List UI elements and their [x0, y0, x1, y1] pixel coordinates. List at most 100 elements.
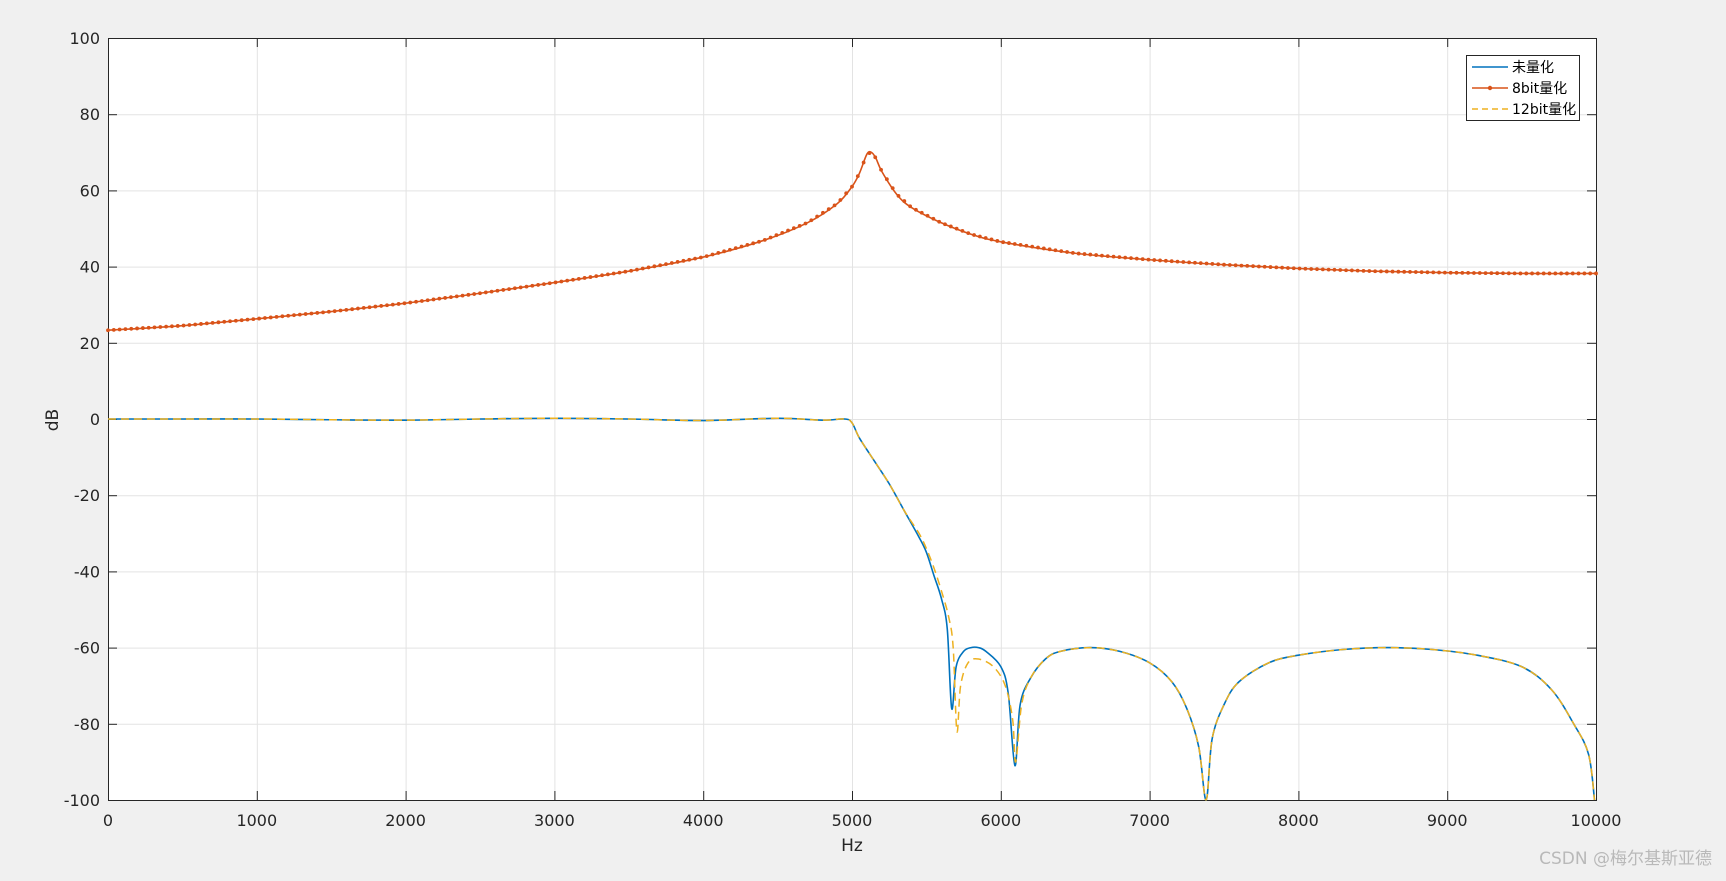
- data-point-marker: [1152, 258, 1157, 262]
- data-point-marker: [1309, 267, 1314, 271]
- data-point-marker: [1297, 266, 1302, 271]
- data-point-marker: [925, 213, 930, 218]
- data-point-marker: [1472, 271, 1476, 275]
- data-point-marker: [431, 297, 436, 302]
- data-point-marker: [449, 295, 453, 300]
- data-point-marker: [1129, 256, 1133, 261]
- x-tick-label: 2000: [385, 811, 426, 830]
- data-point-marker: [1286, 266, 1290, 270]
- data-point-marker: [338, 308, 343, 313]
- data-point-marker: [1105, 254, 1110, 258]
- data-point-marker: [1210, 262, 1215, 266]
- data-point-marker: [1291, 266, 1296, 271]
- data-point-marker: [867, 151, 872, 156]
- data-point-marker: [164, 324, 169, 329]
- x-tick-label: 8000: [1278, 811, 1319, 830]
- data-point-marker: [1268, 265, 1273, 269]
- data-point-marker: [1117, 255, 1122, 260]
- data-point-marker: [623, 269, 628, 274]
- data-point-marker: [1036, 245, 1040, 250]
- data-point-marker: [1076, 251, 1081, 256]
- data-point-marker: [838, 198, 843, 202]
- chart-figure: 0 1000 2000 3000 4000 5000 6000 7000 8000 9000 100…: [43, 29, 1622, 856]
- data-point-marker: [152, 325, 157, 330]
- data-point-marker: [780, 230, 785, 235]
- data-point-marker: [396, 302, 401, 306]
- data-point-marker: [873, 155, 878, 160]
- data-point-marker: [489, 289, 494, 294]
- data-point-marker: [1251, 264, 1255, 269]
- data-point-marker: [600, 273, 604, 278]
- data-point-marker: [1448, 270, 1453, 275]
- data-point-marker: [146, 325, 151, 330]
- data-point-marker: [1280, 265, 1285, 270]
- data-point-marker: [501, 288, 506, 292]
- data-point-marker: [1570, 271, 1575, 276]
- data-point-marker: [646, 265, 651, 270]
- data-point-marker: [1489, 271, 1494, 276]
- data-point-marker: [222, 319, 227, 324]
- data-point-marker: [1163, 258, 1168, 263]
- data-point-marker: [1495, 271, 1500, 276]
- data-point-marker: [966, 231, 971, 236]
- data-point-marker: [902, 199, 907, 203]
- data-point-marker: [1198, 261, 1203, 266]
- data-point-marker: [216, 320, 221, 325]
- data-point-marker: [681, 258, 686, 263]
- data-point-marker: [844, 191, 849, 196]
- data-point-marker: [1227, 263, 1232, 267]
- data-point-marker: [1361, 268, 1366, 273]
- data-point-marker: [419, 299, 424, 303]
- data-point-marker: [919, 210, 924, 215]
- data-point-marker: [524, 284, 529, 289]
- data-point-marker: [1256, 264, 1261, 269]
- y-tick-label: 100: [69, 29, 100, 48]
- data-point-marker: [1041, 246, 1046, 251]
- data-point-marker: [344, 307, 349, 312]
- data-point-marker: [233, 318, 238, 323]
- x-tick-label: 10000: [1571, 811, 1622, 830]
- data-point-marker: [774, 233, 779, 238]
- y-tick-label: -60: [74, 639, 100, 658]
- data-point-marker: [251, 317, 256, 322]
- data-point-marker: [1053, 248, 1058, 253]
- data-point-marker: [611, 271, 616, 276]
- data-point-marker: [594, 274, 599, 279]
- data-point-marker: [1001, 240, 1006, 245]
- data-point-marker: [425, 298, 430, 303]
- data-point-marker: [791, 226, 796, 231]
- data-point-marker: [1594, 271, 1598, 276]
- legend: 未量化 8bit量化 12bit量化: [1466, 55, 1580, 121]
- data-point-marker: [1466, 271, 1471, 275]
- x-tick-label: 1000: [236, 811, 277, 830]
- data-point-marker: [111, 327, 116, 332]
- data-point-marker: [507, 287, 511, 292]
- data-point-marker: [1140, 257, 1145, 262]
- data-point-marker: [1070, 251, 1075, 255]
- data-point-marker: [1030, 244, 1035, 249]
- x-tick-label: 9000: [1427, 811, 1468, 830]
- data-point-marker: [1274, 265, 1279, 270]
- data-point-marker: [1565, 271, 1569, 276]
- data-point-marker: [1233, 263, 1238, 268]
- data-point-marker: [960, 229, 965, 233]
- y-tick-label: -100: [64, 791, 100, 810]
- y-tick-label: 20: [80, 334, 100, 353]
- y-tick-label: -20: [74, 486, 100, 505]
- x-tick-label: 3000: [534, 811, 575, 830]
- data-point-marker: [995, 239, 1000, 243]
- data-point-marker: [135, 326, 139, 331]
- data-point-marker: [1059, 249, 1064, 254]
- data-point-marker: [687, 257, 692, 262]
- data-point-marker: [478, 291, 482, 296]
- data-point-marker: [664, 262, 668, 267]
- x-tick-label: 4000: [683, 811, 724, 830]
- data-point-marker: [495, 288, 500, 293]
- data-point-marker: [356, 306, 360, 311]
- data-point-marker: [762, 237, 767, 242]
- x-tick-label: 5000: [832, 811, 873, 830]
- y-tick-label: 0: [90, 410, 100, 429]
- data-point-marker: [326, 309, 331, 314]
- data-point-marker: [402, 301, 407, 306]
- data-point-marker: [1349, 268, 1354, 273]
